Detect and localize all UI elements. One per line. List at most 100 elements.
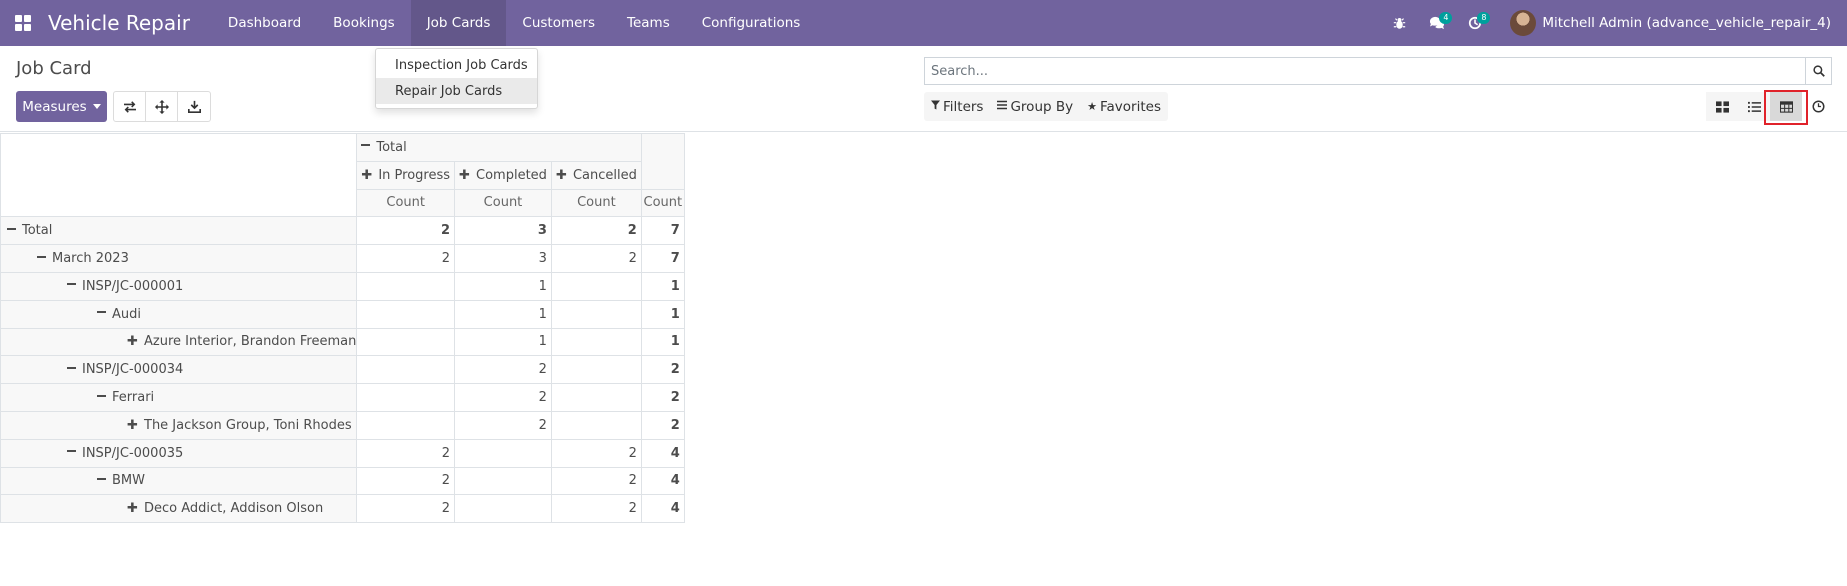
pivot-cell[interactable]: 2 (356, 216, 456, 246)
pivot-cell[interactable] (454, 494, 552, 524)
pivot-cell[interactable] (454, 438, 552, 468)
user-menu[interactable]: Mitchell Admin (advance_vehicle_repair_4… (1494, 10, 1847, 36)
debug-bug-icon[interactable] (1380, 0, 1418, 46)
pivot-cell[interactable]: 1 (454, 299, 552, 329)
pivot-cell[interactable] (454, 466, 552, 496)
col-header-completed[interactable]: ✚ Completed (454, 160, 552, 190)
menu-configurations[interactable]: Configurations (686, 0, 817, 46)
row-header-label: BMW (112, 473, 145, 489)
pivot-cell[interactable]: 1 (454, 327, 552, 357)
pivot-cell[interactable]: 2 (356, 244, 456, 273)
menu-customers[interactable]: Customers (506, 0, 611, 46)
menu-inspection-job-cards[interactable]: Inspection Job Cards (376, 52, 537, 78)
pivot-total-cell[interactable]: 4 (640, 438, 685, 468)
table-row: ✚ Deco Addict, Addison Olson 2 2 4 (0, 494, 685, 524)
measure-header[interactable]: Count (640, 188, 685, 218)
pivot-cell[interactable] (550, 271, 642, 301)
expand-all-button[interactable] (146, 92, 178, 121)
app-brand[interactable]: Vehicle Repair (48, 11, 190, 35)
row-header[interactable]: ✚ The Jackson Group, Toni Rhodes (0, 410, 358, 440)
expand-icon: ✚ (127, 417, 138, 433)
measure-header[interactable]: Count (550, 188, 642, 218)
pivot-total-cell[interactable]: 4 (640, 494, 685, 524)
pivot-cell[interactable]: 2 (356, 494, 456, 524)
col-header-in-progress[interactable]: ✚ In Progress (356, 160, 456, 190)
row-header-label: Azure Interior, Brandon Freeman (144, 334, 357, 350)
flip-axis-button[interactable] (114, 92, 146, 121)
download-button[interactable] (178, 92, 210, 121)
pivot-cell[interactable] (356, 383, 456, 412)
col-header-cancelled[interactable]: ✚ Cancelled (550, 160, 642, 190)
pivot-cell[interactable] (356, 410, 456, 440)
measure-header[interactable]: Count (356, 188, 456, 218)
row-header[interactable]: March 2023 (0, 244, 358, 273)
search-icon[interactable] (1805, 58, 1831, 84)
row-header[interactable]: Total (0, 216, 358, 246)
pivot-total-cell[interactable]: 1 (640, 327, 685, 357)
pivot-cell[interactable] (356, 271, 456, 301)
pivot-cell[interactable]: 2 (454, 355, 552, 385)
row-header[interactable]: INSP/JC-000034 (0, 355, 358, 385)
pivot-cell[interactable]: 3 (454, 216, 552, 246)
kanban-view-button[interactable] (1706, 92, 1738, 121)
pivot-total-cell[interactable]: 1 (640, 271, 685, 301)
pivot-cell[interactable] (550, 355, 642, 385)
job-cards-dropdown: Inspection Job Cards Repair Job Cards (375, 48, 538, 109)
row-header[interactable]: Ferrari (0, 383, 358, 412)
pivot-total-cell[interactable]: 2 (640, 383, 685, 412)
pivot-cell[interactable] (356, 327, 456, 357)
groupby-toggle[interactable]: Group By (990, 92, 1080, 121)
row-header-label: The Jackson Group, Toni Rhodes (144, 417, 352, 433)
pivot-total-cell[interactable]: 7 (640, 216, 685, 246)
pivot-cell[interactable]: 2 (550, 216, 642, 246)
pivot-cell[interactable]: 2 (356, 438, 456, 468)
pivot-cell[interactable] (550, 299, 642, 329)
menu-bookings[interactable]: Bookings (317, 0, 411, 46)
pivot-cell[interactable] (356, 299, 456, 329)
pivot-cell[interactable]: 2 (550, 494, 642, 524)
pivot-total-cell[interactable]: 4 (640, 466, 685, 496)
app-menu-icon[interactable] (0, 0, 46, 46)
pivot-cell[interactable] (550, 327, 642, 357)
activities-clock-icon[interactable]: 8 (1456, 0, 1494, 46)
col-header-total[interactable]: Total (356, 133, 642, 162)
row-header[interactable]: INSP/JC-000001 (0, 271, 358, 301)
menu-repair-job-cards[interactable]: Repair Job Cards (376, 78, 537, 104)
menu-job-cards[interactable]: Job Cards (410, 0, 507, 46)
filters-toggle[interactable]: Filters (924, 92, 990, 121)
pivot-total-cell[interactable]: 7 (640, 244, 685, 273)
pivot-total-cell[interactable]: 1 (640, 299, 685, 329)
pivot-total-cell[interactable]: 2 (640, 355, 685, 385)
search-input[interactable] (925, 58, 1805, 84)
table-row: Ferrari 2 2 (0, 383, 685, 412)
pivot-cell[interactable]: 1 (454, 271, 552, 301)
row-header[interactable]: INSP/JC-000035 (0, 438, 358, 468)
pivot-cell[interactable]: 2 (454, 383, 552, 412)
messages-chat-icon[interactable]: 4 (1418, 0, 1456, 46)
pivot-cell[interactable]: 2 (356, 466, 456, 496)
pivot-cell[interactable] (356, 355, 456, 385)
pivot-cell[interactable]: 2 (550, 466, 642, 496)
row-header[interactable]: ✚ Azure Interior, Brandon Freeman (0, 327, 358, 357)
row-header[interactable]: BMW (0, 466, 358, 496)
measures-label: Measures (22, 98, 87, 115)
pivot-cell[interactable]: 2 (550, 438, 642, 468)
pivot-total-cell[interactable]: 2 (640, 410, 685, 440)
measures-button[interactable]: Measures (16, 91, 107, 122)
pivot-cell[interactable]: 3 (454, 244, 552, 273)
row-header-label: Deco Addict, Addison Olson (144, 501, 324, 517)
pivot-cell[interactable] (550, 410, 642, 440)
row-header[interactable]: ✚ Deco Addict, Addison Olson (0, 494, 358, 524)
pivot-cell[interactable] (550, 383, 642, 412)
menu-dashboard[interactable]: Dashboard (212, 0, 317, 46)
table-row: Total 2 3 2 7 (0, 216, 685, 246)
pivot-cell[interactable]: 2 (454, 410, 552, 440)
measure-header[interactable]: Count (454, 188, 552, 218)
pivot-cell[interactable]: 2 (550, 244, 642, 273)
menu-teams[interactable]: Teams (611, 0, 686, 46)
col-header-label: Completed (476, 167, 547, 183)
row-header-label: INSP/JC-000035 (82, 445, 184, 461)
row-header[interactable]: Audi (0, 299, 358, 329)
favorites-toggle[interactable]: ★ Favorites (1080, 92, 1168, 121)
col-header-total-empty (640, 133, 685, 190)
